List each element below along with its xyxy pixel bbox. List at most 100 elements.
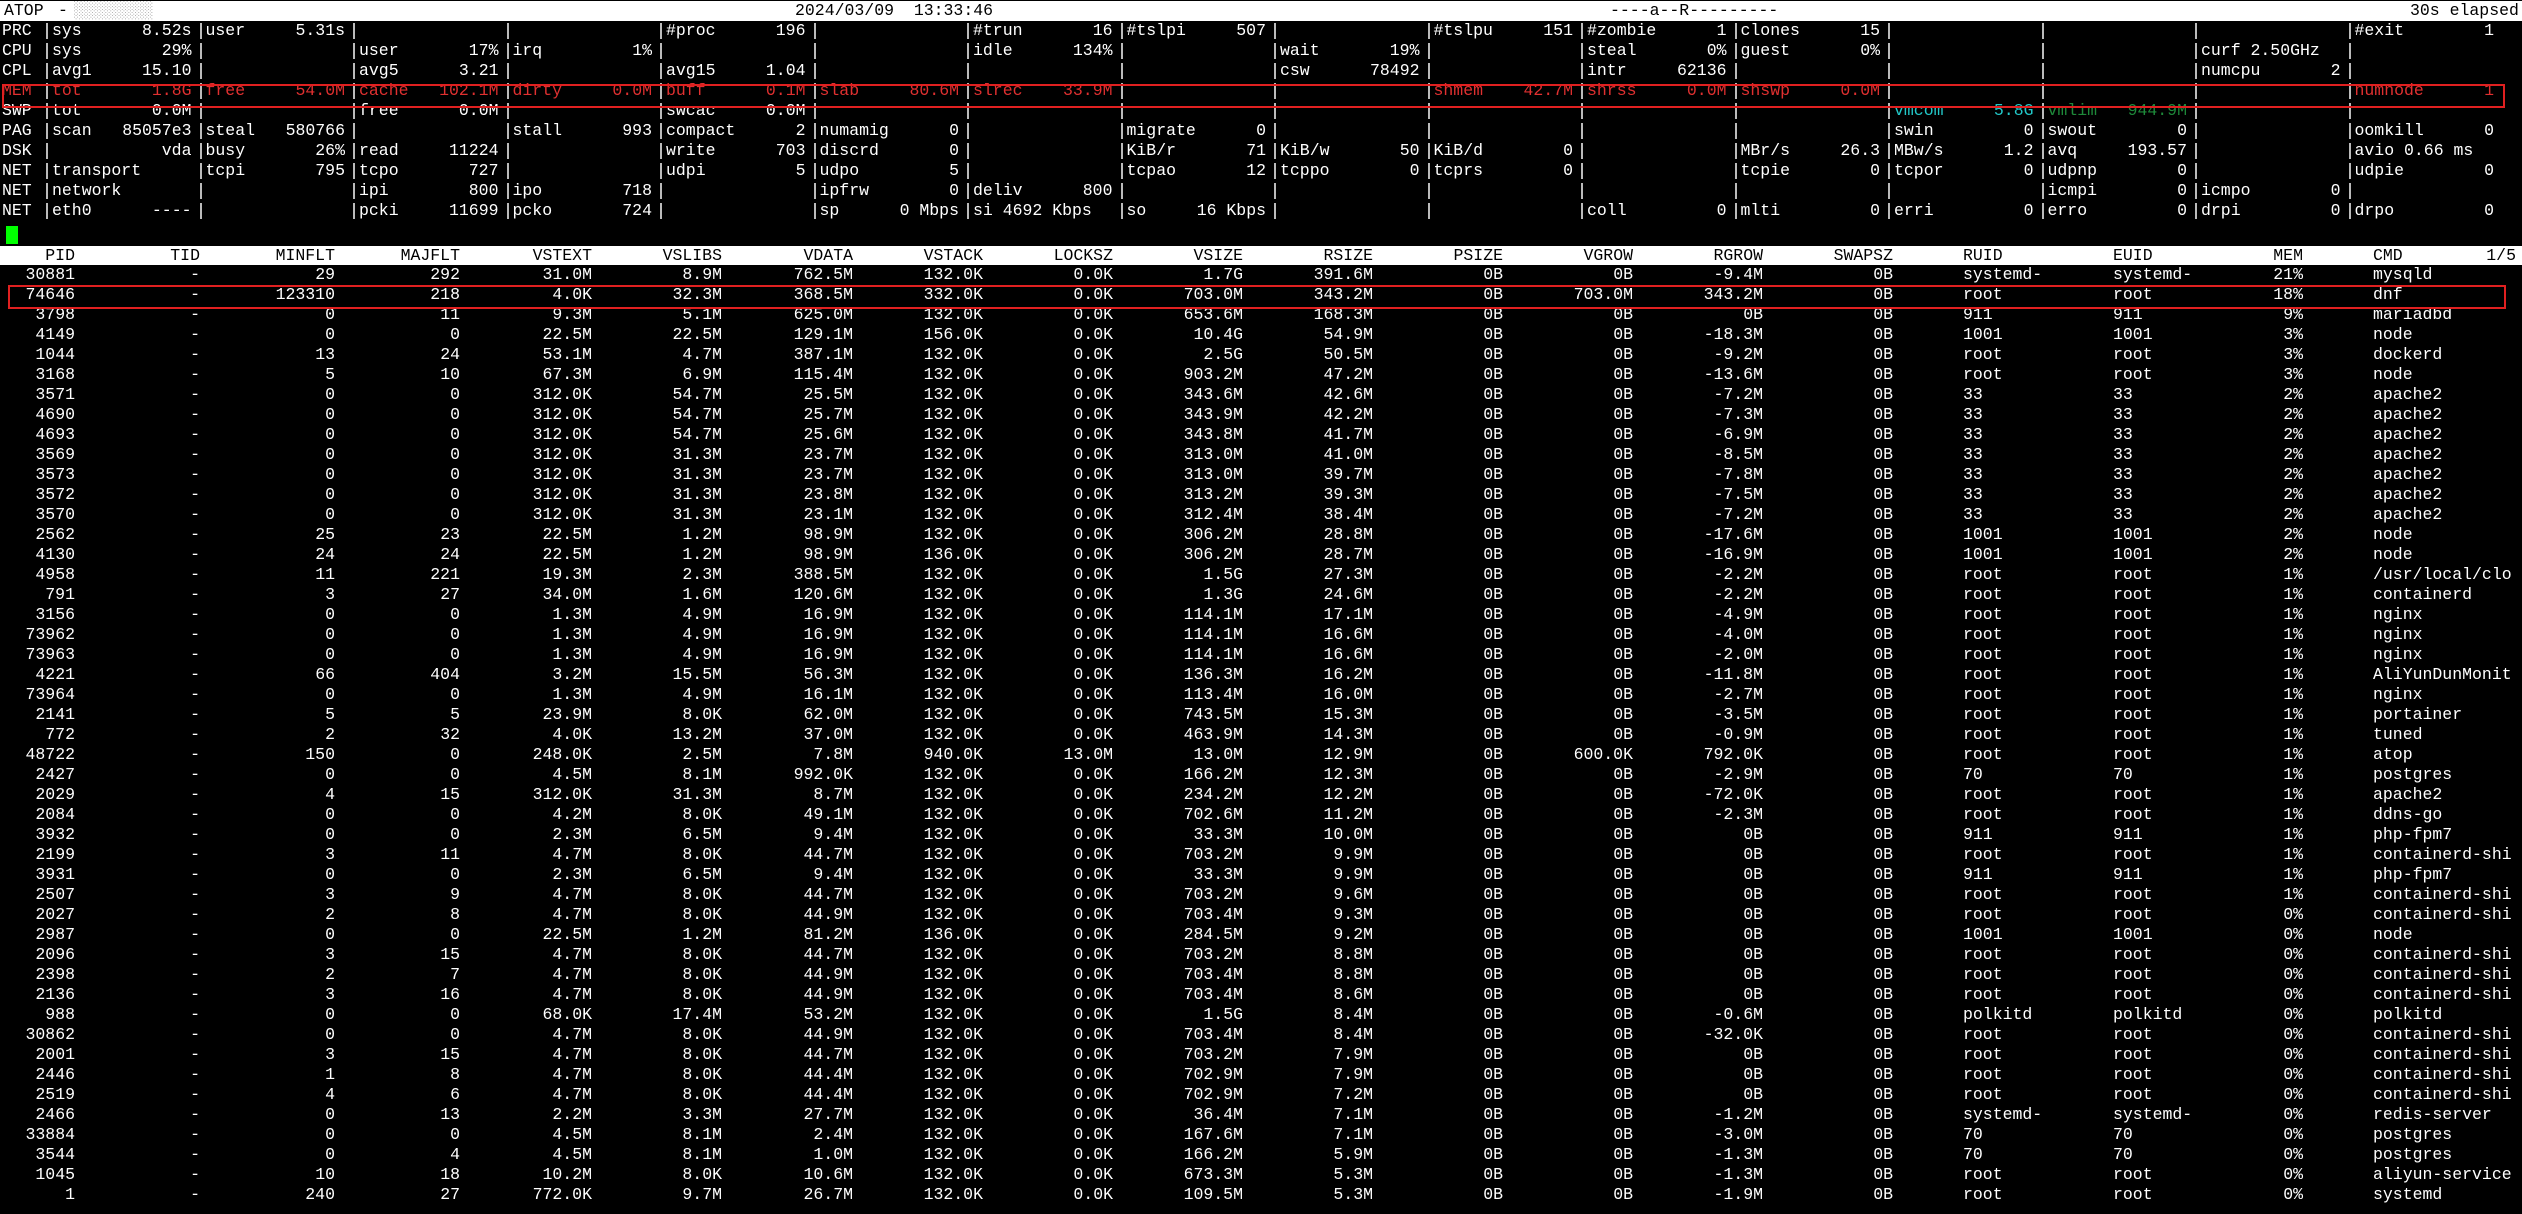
column-header-pid[interactable]: PID bbox=[45, 246, 75, 265]
cell-vgrow: 0B bbox=[1613, 325, 1633, 344]
table-row[interactable]: 2029 - 4 15 312.0K 31.3M 8.7M 132.0K 0.0K 234.2M 1… bbox=[0, 785, 2522, 805]
table-row[interactable]: 3570 - 0 0 312.0K 31.3M 23.1M 132.0K 0.0K 312.4M 3… bbox=[0, 505, 2522, 525]
cell-swapsz: 0B bbox=[1873, 845, 1893, 864]
table-row[interactable]: 33884 - 0 0 4.5M 8.1M 2.4M 132.0K 0.0K 167.6M 7.1M… bbox=[0, 1125, 2522, 1145]
cell-locksz: 0.0K bbox=[1073, 1145, 1113, 1164]
table-row[interactable]: 1 - 240 27 772.0K 9.7M 26.7M 132.0K 0.0K 109.5M 5.… bbox=[0, 1185, 2522, 1205]
table-row[interactable]: 73962 - 0 0 1.3M 4.9M 16.9M 132.0K 0.0K 114.1M 16.… bbox=[0, 625, 2522, 645]
table-row[interactable]: 3156 - 0 0 1.3M 4.9M 16.9M 132.0K 0.0K 114.1M 17.1… bbox=[0, 605, 2522, 625]
cell-cmd: systemd bbox=[2373, 1185, 2443, 1204]
table-row[interactable]: 2562 - 25 23 22.5M 1.2M 98.9M 132.0K 0.0K 306.2M 2… bbox=[0, 525, 2522, 545]
cell-vsize: 166.2M bbox=[1183, 1145, 1243, 1164]
column-header-locksz[interactable]: LOCKSZ bbox=[1054, 246, 1113, 265]
table-row[interactable]: 791 - 3 27 34.0M 1.6M 120.6M 132.0K 0.0K 1.3G 24.6… bbox=[0, 585, 2522, 605]
table-row[interactable]: 4690 - 0 0 312.0K 54.7M 25.7M 132.0K 0.0K 343.9M 4… bbox=[0, 405, 2522, 425]
table-row[interactable]: 3569 - 0 0 312.0K 31.3M 23.7M 132.0K 0.0K 313.0M 4… bbox=[0, 445, 2522, 465]
cell-minflt: 25 bbox=[315, 525, 335, 544]
table-row[interactable]: 48722 - 150 0 248.0K 2.5M 7.8M 940.0K 13.0M 13.0M… bbox=[0, 745, 2522, 765]
cell-vslibs: 8.0K bbox=[682, 705, 722, 724]
column-header-majflt[interactable]: MAJFLT bbox=[401, 246, 460, 265]
cell-pid: 3572 bbox=[35, 485, 75, 504]
column-header-tid[interactable]: TID bbox=[170, 246, 200, 265]
table-row[interactable]: 2136 - 3 16 4.7M 8.0K 44.9M 132.0K 0.0K 703.4M 8.6… bbox=[0, 985, 2522, 1005]
table-row[interactable]: 2027 - 2 8 4.7M 8.0K 44.9M 132.0K 0.0K 703.4M 9.3M… bbox=[0, 905, 2522, 925]
column-header-mem[interactable]: MEM bbox=[2273, 246, 2303, 265]
cell-mem: 2% bbox=[2283, 405, 2303, 424]
table-row[interactable]: 3798 - 0 11 9.3M 5.1M 625.0M 132.0K 0.0K 653.6M 16… bbox=[0, 305, 2522, 325]
cell-locksz: 0.0K bbox=[1073, 465, 1113, 484]
cell-vstack: 132.0K bbox=[923, 585, 983, 604]
table-row[interactable]: 2199 - 3 11 4.7M 8.0K 44.7M 132.0K 0.0K 703.2M 9.9… bbox=[0, 845, 2522, 865]
cell-psize: 0B bbox=[1483, 605, 1503, 624]
cell-vstext: 22.5M bbox=[542, 325, 592, 344]
table-row[interactable]: 2096 - 3 15 4.7M 8.0K 44.7M 132.0K 0.0K 703.2M 8.8… bbox=[0, 945, 2522, 965]
table-row[interactable]: 2084 - 0 0 4.2M 8.0K 49.1M 132.0K 0.0K 702.6M 11.2… bbox=[0, 805, 2522, 825]
cell-vstext: 312.0K bbox=[532, 485, 592, 504]
table-row[interactable]: 4693 - 0 0 312.0K 54.7M 25.6M 132.0K 0.0K 343.8M 4… bbox=[0, 425, 2522, 445]
column-header-minflt[interactable]: MINFLT bbox=[276, 246, 335, 265]
table-row[interactable]: 3931 - 0 0 2.3M 6.5M 9.4M 132.0K 0.0K 33.3M 9.9M 0B… bbox=[0, 865, 2522, 885]
table-row[interactable]: 1045 - 10 18 10.2M 8.0K 10.6M 132.0K 0.0K 673.3M 5… bbox=[0, 1165, 2522, 1185]
table-row[interactable]: 2507 - 3 9 4.7M 8.0K 44.7M 132.0K 0.0K 703.2M 9.6M… bbox=[0, 885, 2522, 905]
column-header-vsize[interactable]: VSIZE bbox=[1193, 246, 1243, 265]
table-row[interactable]: 772 - 2 32 4.0K 13.2M 37.0M 132.0K 0.0K 463.9M 14.… bbox=[0, 725, 2522, 745]
table-row[interactable]: 3572 - 0 0 312.0K 31.3M 23.8M 132.0K 0.0K 313.2M 3… bbox=[0, 485, 2522, 505]
table-row[interactable]: 30862 - 0 0 4.7M 8.0K 44.9M 132.0K 0.0K 703.4M 8.4… bbox=[0, 1025, 2522, 1045]
table-row[interactable]: 4149 - 0 0 22.5M 22.5M 129.1M 156.0K 0.0K 10.4G 54… bbox=[0, 325, 2522, 345]
table-row[interactable]: 4130 - 24 24 22.5M 1.2M 98.9M 136.0K 0.0K 306.2M 2… bbox=[0, 545, 2522, 565]
table-row[interactable]: 3571 - 0 0 312.0K 54.7M 25.5M 132.0K 0.0K 343.6M 4… bbox=[0, 385, 2522, 405]
cell-rsize: 8.4M bbox=[1333, 1025, 1373, 1044]
field-key: tot bbox=[52, 81, 82, 100]
sys-row-mem: MEM tot 1.8G free 54.0M cache 102.1M dirty 0.0M b… bbox=[0, 81, 2522, 101]
table-row[interactable]: 2001 - 3 15 4.7M 8.0K 44.7M 132.0K 0.0K 703.2M 7.9… bbox=[0, 1045, 2522, 1065]
column-header-psize[interactable]: PSIZE bbox=[1453, 246, 1503, 265]
column-header-vgrow[interactable]: VGROW bbox=[1583, 246, 1633, 265]
cell-vdata: 27.7M bbox=[803, 1105, 853, 1124]
column-header-euid[interactable]: EUID bbox=[2113, 246, 2153, 265]
table-row[interactable]: 1044 - 13 24 53.1M 4.7M 387.1M 132.0K 0.0K 2.5G 50… bbox=[0, 345, 2522, 365]
cell-swapsz: 0B bbox=[1873, 985, 1893, 1004]
table-row[interactable]: 2519 - 4 6 4.7M 8.0K 44.4M 132.0K 0.0K 702.9M 7.2M… bbox=[0, 1085, 2522, 1105]
column-header-rgrow[interactable]: RGROW bbox=[1713, 246, 1763, 265]
table-row[interactable]: 73964 - 0 0 1.3M 4.9M 16.1M 132.0K 0.0K 113.4M 16.… bbox=[0, 685, 2522, 705]
field-key: sys bbox=[52, 21, 82, 40]
table-row[interactable]: 2398 - 2 7 4.7M 8.0K 44.9M 132.0K 0.0K 703.4M 8.8M… bbox=[0, 965, 2522, 985]
table-row[interactable]: 3544 - 0 4 4.5M 8.1M 1.0M 132.0K 0.0K 166.2M 5.9M 0… bbox=[0, 1145, 2522, 1165]
cell-majflt: 9 bbox=[450, 885, 460, 904]
sys-field: numcpu 2 bbox=[2197, 61, 2347, 81]
cell-vslibs: 8.1M bbox=[682, 765, 722, 784]
column-header-swapsz[interactable]: SWAPSZ bbox=[1834, 246, 1893, 265]
table-row[interactable]: 3168 - 5 10 67.3M 6.9M 115.4M 132.0K 0.0K 903.2M 4… bbox=[0, 365, 2522, 385]
table-row[interactable]: 2466 - 0 13 2.2M 3.3M 27.7M 132.0K 0.0K 36.4M 7.1M… bbox=[0, 1105, 2522, 1125]
column-header-vslibs[interactable]: VSLIBS bbox=[663, 246, 722, 265]
table-row[interactable]: 4958 - 11 221 19.3M 2.3M 388.5M 132.0K 0.0K 1.5G 2… bbox=[0, 565, 2522, 585]
cell-vgrow: 0B bbox=[1613, 1185, 1633, 1204]
table-row[interactable]: 2987 - 0 0 22.5M 1.2M 81.2M 136.0K 0.0K 284.5M 9.2… bbox=[0, 925, 2522, 945]
table-row[interactable]: 988 - 0 0 68.0K 17.4M 53.2M 132.0K 0.0K 1.5G 8.4M 0… bbox=[0, 1005, 2522, 1025]
column-header-vstack[interactable]: VSTACK bbox=[924, 246, 983, 265]
table-row[interactable]: 2141 - 5 5 23.9M 8.0K 62.0M 132.0K 0.0K 743.5M 15.… bbox=[0, 705, 2522, 725]
cell-euid: root bbox=[2113, 665, 2153, 684]
table-row[interactable]: 3932 - 0 0 2.3M 6.5M 9.4M 132.0K 0.0K 33.3M 10.0M 0… bbox=[0, 825, 2522, 845]
cell-minflt: 0 bbox=[325, 865, 335, 884]
cell-euid: 70 bbox=[2113, 1145, 2133, 1164]
cell-ruid: 1001 bbox=[1963, 525, 2003, 544]
table-row[interactable]: 4221 - 66 404 3.2M 15.5M 56.3M 132.0K 0.0K 136.3M… bbox=[0, 665, 2522, 685]
column-header-ruid[interactable]: RUID bbox=[1963, 246, 2003, 265]
cell-vstext: 772.0K bbox=[532, 1185, 592, 1204]
table-row[interactable]: 74646 - 123310 218 4.0K 32.3M 368.5M 332.0K 0.0K… bbox=[0, 285, 2522, 305]
table-row[interactable]: 30881 - 29 292 31.0M 8.9M 762.5M 132.0K 0.0K 1.7G… bbox=[0, 265, 2522, 285]
cell-swapsz: 0B bbox=[1873, 1085, 1893, 1104]
column-header-cmd[interactable]: CMD bbox=[2373, 246, 2403, 265]
column-header-vdata[interactable]: VDATA bbox=[803, 246, 853, 265]
table-row[interactable]: 2446 - 1 8 4.7M 8.0K 44.4M 132.0K 0.0K 702.9M 7.9M… bbox=[0, 1065, 2522, 1085]
sys-row-net: NET network ipi 800 ipo 718 ipfrw 0 deliv 800 icmp… bbox=[0, 181, 2522, 201]
column-header-rsize[interactable]: RSIZE bbox=[1323, 246, 1373, 265]
table-row[interactable]: 2427 - 0 0 4.5M 8.1M 992.0K 132.0K 0.0K 166.2M 12.… bbox=[0, 765, 2522, 785]
cell-locksz: 0.0K bbox=[1073, 385, 1113, 404]
table-row[interactable]: 3573 - 0 0 312.0K 31.3M 23.7M 132.0K 0.0K 313.0M 3… bbox=[0, 465, 2522, 485]
cell-ruid: root bbox=[1963, 605, 2003, 624]
table-row[interactable]: 73963 - 0 0 1.3M 4.9M 16.9M 132.0K 0.0K 114.1M 16.… bbox=[0, 645, 2522, 665]
column-header-vstext[interactable]: VSTEXT bbox=[533, 246, 592, 265]
field-value: vda bbox=[161, 141, 192, 160]
